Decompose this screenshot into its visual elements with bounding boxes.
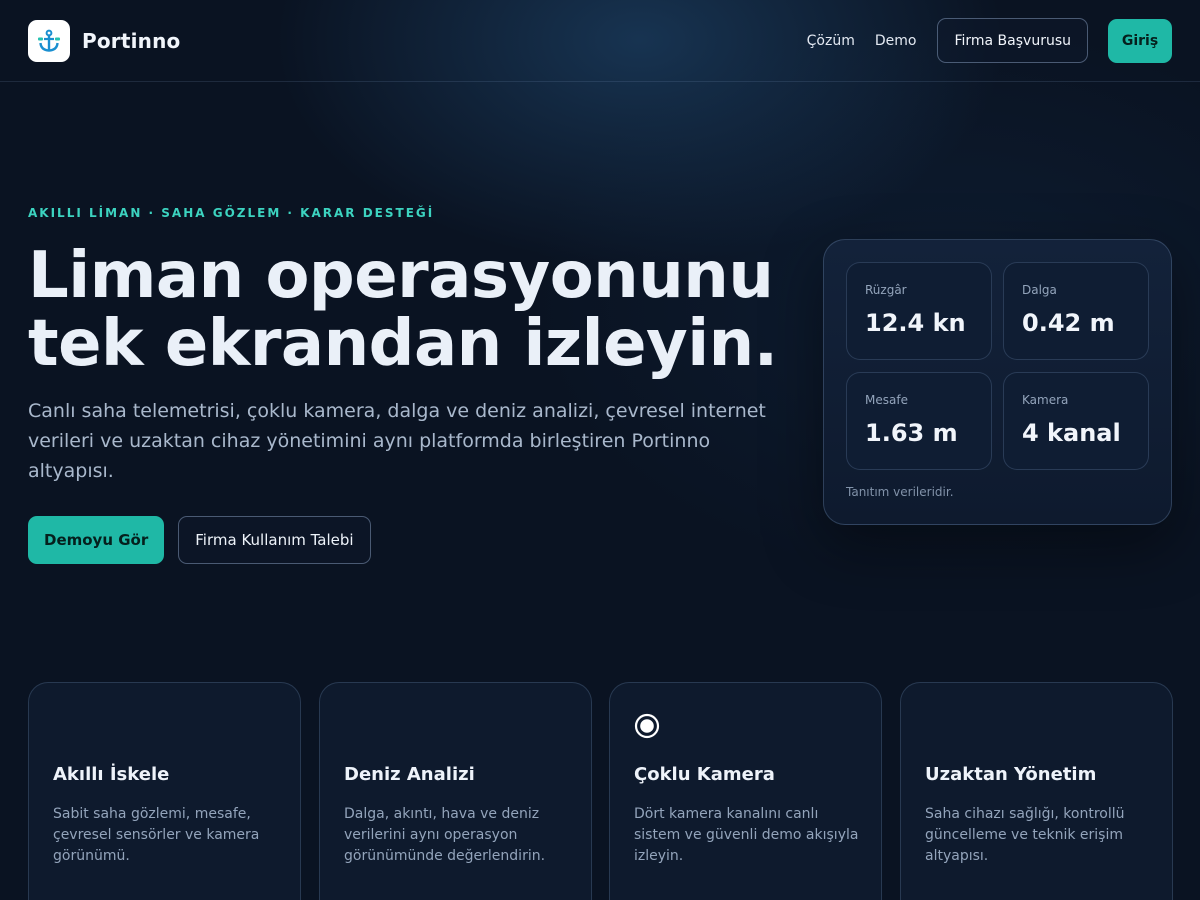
feature-title: Akıllı İskele (53, 764, 170, 785)
stat-value: 4 kanal (1022, 419, 1121, 447)
stat-value: 0.42 m (1022, 309, 1115, 337)
brand[interactable]: Portinno (28, 20, 181, 62)
feature-description: Dalga, akıntı, hava ve deniz verilerini … (344, 806, 546, 864)
feature-title: Uzaktan Yönetim (925, 764, 1097, 785)
firma-kullanim-talebi-button[interactable]: Firma Kullanım Talebi (178, 516, 371, 564)
hero-description: Canlı saha telemetrisi, çoklu kamera, da… (28, 400, 766, 482)
nav-link-cozum[interactable]: Çözüm (807, 33, 855, 49)
stat-card-wind: Rüzgâr 12.4 kn (846, 262, 992, 360)
hero-title-line1: Liman operasyonunu (28, 239, 774, 313)
feature-description: Saha cihazı sağlığı, kontrollü güncellem… (925, 806, 1125, 864)
hero-title: Liman operasyonunu tek ekrandan izleyin. (28, 242, 788, 378)
stat-card-camera: Kamera 4 kanal (1003, 372, 1149, 470)
stat-value: 1.63 m (865, 419, 958, 447)
stat-card-distance: Mesafe 1.63 m (846, 372, 992, 470)
feature-title: Çoklu Kamera (634, 764, 775, 785)
panel-note: Tanıtım verileridir. (846, 485, 954, 499)
firma-basvurusu-button[interactable]: Firma Başvurusu (937, 18, 1088, 63)
brand-name: Portinno (82, 29, 181, 53)
demo-button[interactable]: Demoyu Gör (28, 516, 165, 564)
stat-label: Dalga (1022, 283, 1057, 297)
telemetry-panel: Rüzgâr 12.4 kn Dalga 0.42 m Mesafe 1.63 … (823, 239, 1172, 525)
stat-label: Rüzgâr (865, 283, 907, 297)
hero-eyebrow: AKILLI LİMAN · SAHA GÖZLEM · KARAR DESTE… (28, 206, 435, 220)
feature-card-deniz-analizi[interactable]: Deniz Analizi Dalga, akıntı, hava ve den… (319, 682, 592, 900)
stat-value: 12.4 kn (865, 309, 966, 337)
feature-description: Sabit saha gözlemi, mesafe, çevresel sen… (53, 806, 260, 864)
hero-actions: Demoyu Gör Firma Kullanım Talebi (28, 516, 371, 564)
stat-card-wave: Dalga 0.42 m (1003, 262, 1149, 360)
anchor-icon (28, 20, 70, 62)
top-nav: Çözüm Demo Firma Başvurusu Giriş (807, 18, 1172, 63)
feature-description: Dört kamera kanalını canlı sistem ve güv… (634, 806, 859, 864)
feature-card-akilli-iskele[interactable]: Akıllı İskele Sabit saha gözlemi, mesafe… (28, 682, 301, 900)
radio-button-icon (634, 713, 660, 739)
nav-link-demo[interactable]: Demo (875, 33, 917, 49)
top-header: Portinno Çözüm Demo Firma Başvurusu Giri… (0, 0, 1200, 82)
feature-card-uzaktan-yonetim[interactable]: Uzaktan Yönetim Saha cihazı sağlığı, kon… (900, 682, 1173, 900)
feature-card-coklu-kamera[interactable]: Çoklu Kamera Dört kamera kanalını canlı … (609, 682, 882, 900)
stat-label: Mesafe (865, 393, 908, 407)
login-button[interactable]: Giriş (1108, 18, 1172, 63)
feature-title: Deniz Analizi (344, 764, 475, 785)
hero-title-line2: tek ekrandan izleyin. (28, 307, 778, 381)
stat-label: Kamera (1022, 393, 1069, 407)
